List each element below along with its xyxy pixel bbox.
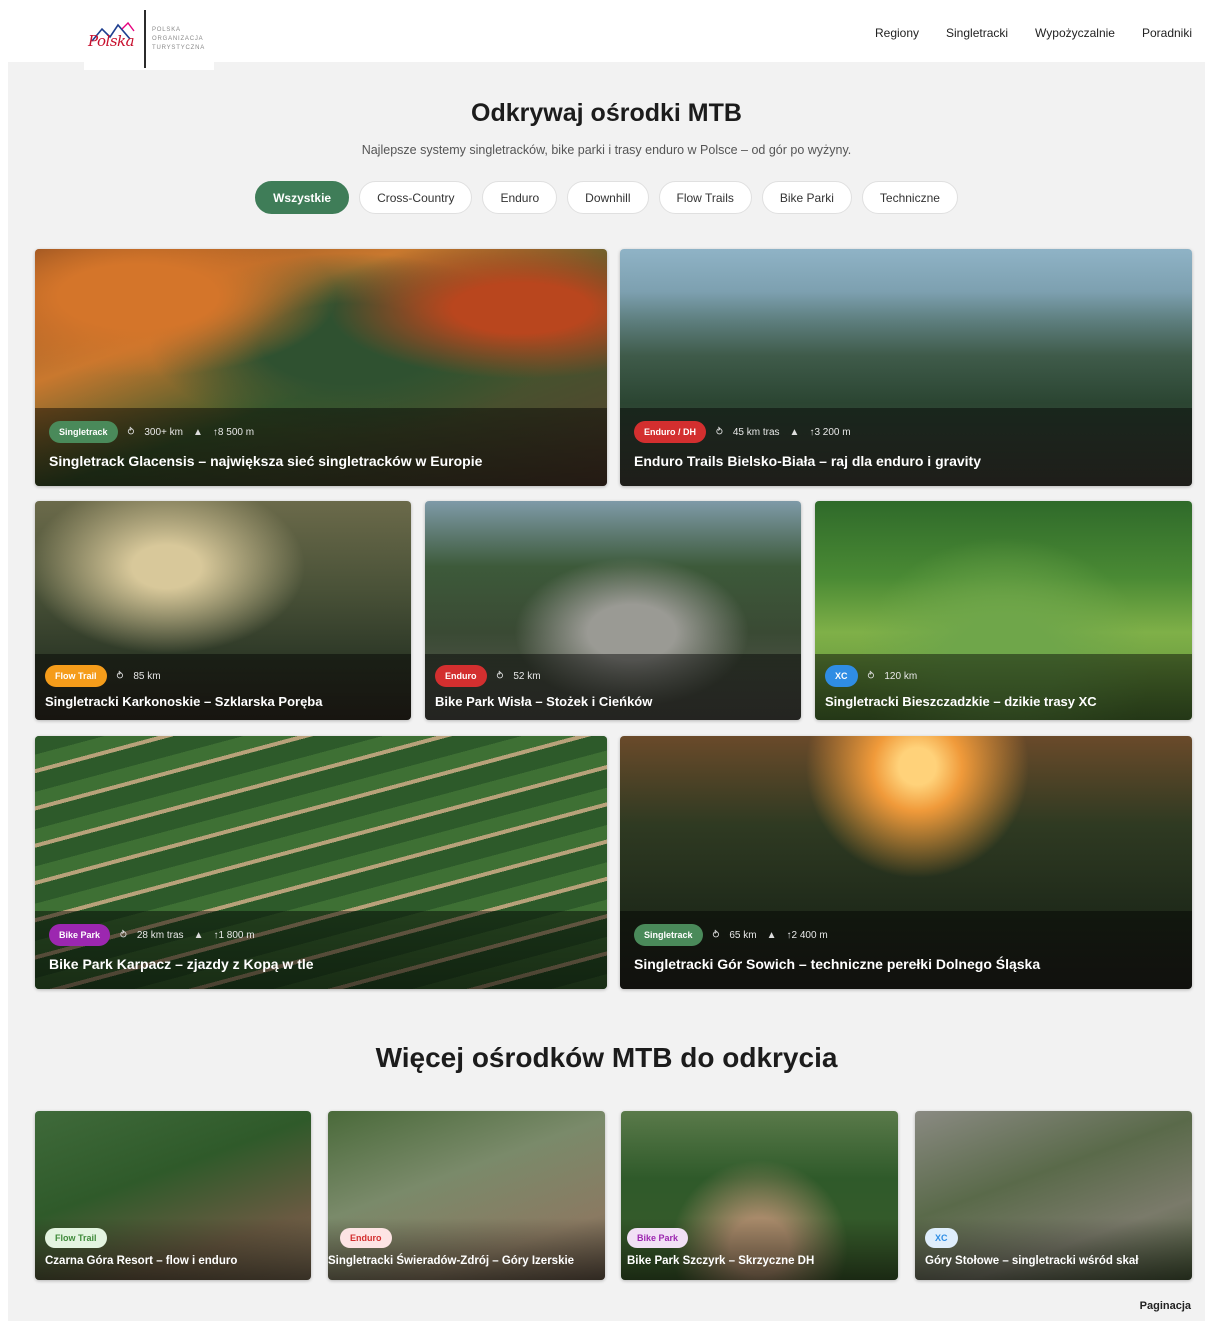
featured-card-glacensis[interactable]: Singletrack ⥁ 300+ km ▲ ↑8 500 m Singlet… bbox=[35, 249, 607, 486]
logo-text: POLSKA ORGANIZACJA TURYSTYCZNA bbox=[152, 26, 206, 51]
featured-card-bielsko[interactable]: Enduro / DH ⥁ 45 km tras ▲ ↑3 200 m Endu… bbox=[620, 249, 1192, 486]
card-elevation: ↑1 800 m bbox=[213, 929, 255, 941]
card-title: Singletrack Glacensis – największa sieć … bbox=[49, 453, 483, 469]
featured-card-karpacz[interactable]: Bike Park ⥁ 28 km tras ▲ ↑1 800 m Bike P… bbox=[35, 736, 607, 989]
badge-enduro-dh: Enduro / DH bbox=[634, 421, 706, 443]
card-distance: 65 km bbox=[729, 929, 757, 941]
route-icon: ⥁ bbox=[867, 670, 875, 682]
more-card-szczyrk[interactable]: Bike Park Bike Park Szczyrk – Skrzyczne … bbox=[621, 1111, 898, 1280]
route-icon: ⥁ bbox=[496, 670, 504, 682]
site-header: Polska POLSKA ORGANIZACJA TURYSTYCZNA Re… bbox=[8, 8, 1205, 70]
filter-cross-country[interactable]: Cross-Country bbox=[359, 181, 473, 214]
card-title: Enduro Trails Bielsko-Biała – raj dla en… bbox=[634, 453, 981, 469]
more-card-gory-stolowe[interactable]: XC Góry Stołowe – singletracki wśród ska… bbox=[915, 1111, 1192, 1280]
hero-subtitle: Najlepsze systemy singletracków, bike pa… bbox=[361, 143, 852, 157]
card-distance: 52 km bbox=[513, 670, 541, 682]
badge-xc: XC bbox=[925, 1228, 958, 1248]
badge-singletrack: Singletrack bbox=[49, 421, 118, 443]
more-card-czarna-gora[interactable]: Flow Trail Czarna Góra Resort – flow i e… bbox=[35, 1111, 311, 1280]
card-title: Bike Park Wisła – Stożek i Cieńków bbox=[435, 694, 653, 709]
card-distance: 85 km bbox=[133, 670, 161, 682]
card-title: Singletracki Świeradów-Zdrój – Góry Izer… bbox=[328, 1255, 575, 1267]
logo-divider bbox=[144, 10, 146, 68]
badge-bike-park: Bike Park bbox=[49, 924, 111, 946]
featured-card-bieszczady[interactable]: XC ⥁ 120 km Singletracki Bieszczadzkie –… bbox=[815, 501, 1192, 720]
filter-flow-trails[interactable]: Flow Trails bbox=[658, 181, 752, 214]
featured-card-wisla[interactable]: Enduro ⥁ 52 km Bike Park Wisła – Stożek … bbox=[425, 501, 801, 720]
card-title: Singletracki Karkonoskie – Szklarska Por… bbox=[45, 694, 323, 709]
filter-wszystkie[interactable]: Wszystkie bbox=[255, 181, 350, 214]
route-icon: ⥁ bbox=[127, 426, 135, 438]
card-title: Bike Park Karpacz – zjazdy z Kopą w tle bbox=[49, 956, 314, 972]
card-title: Bike Park Szczyrk – Skrzyczne DH bbox=[627, 1255, 815, 1267]
mountain-icon: ▲ bbox=[766, 929, 777, 941]
filter-techniczne[interactable]: Techniczne bbox=[861, 181, 958, 214]
pagination[interactable]: Paginacja bbox=[1140, 1300, 1191, 1312]
filter-downhill[interactable]: Downhill bbox=[567, 181, 649, 214]
card-title: Singletracki Gór Sowich – techniczne per… bbox=[634, 956, 1041, 972]
more-card-swieradow[interactable]: Enduro Singletracki Świeradów-Zdrój – Gó… bbox=[328, 1111, 605, 1280]
route-icon: ⥁ bbox=[716, 426, 723, 438]
logo-mark: Polska bbox=[84, 19, 142, 59]
hero-title: Odkrywaj ośrodki MTB bbox=[471, 99, 742, 127]
card-title: Czarna Góra Resort – flow i enduro bbox=[45, 1255, 238, 1267]
filter-enduro[interactable]: Enduro bbox=[482, 181, 558, 214]
card-elevation: ↑2 400 m bbox=[786, 929, 828, 941]
route-icon: ⥁ bbox=[712, 929, 720, 941]
card-title: Singletracki Bieszczadzkie – dzikie tras… bbox=[825, 694, 1097, 709]
card-distance: 120 km bbox=[884, 670, 918, 682]
featured-card-gory-sowie[interactable]: Singletrack ⥁ 65 km ▲ ↑2 400 m Singletra… bbox=[620, 736, 1192, 989]
logo-word: Polska bbox=[88, 32, 135, 50]
badge-xc: XC bbox=[825, 665, 858, 687]
badge-singletrack: Singletrack bbox=[634, 924, 703, 946]
badge-enduro: Enduro bbox=[435, 665, 487, 687]
badge-enduro: Enduro bbox=[340, 1228, 392, 1248]
nav-singletracki[interactable]: Singletracki bbox=[946, 26, 1008, 40]
card-elevation: ↑8 500 m bbox=[212, 426, 255, 438]
filter-bike-parki[interactable]: Bike Parki bbox=[761, 181, 852, 214]
card-elevation: ↑3 200 m bbox=[809, 426, 851, 438]
badge-flow-trail: Flow Trail bbox=[45, 665, 107, 687]
card-distance: 300+ km bbox=[144, 426, 184, 438]
card-title: Góry Stołowe – singletracki wśród skał bbox=[925, 1255, 1139, 1267]
mountain-icon: ▲ bbox=[193, 929, 204, 941]
filter-chips: Wszystkie Cross-Country Enduro Downhill … bbox=[8, 181, 1205, 214]
badge-flow-trail: Flow Trail bbox=[45, 1228, 107, 1248]
main-nav: Regiony Singletracki Wypożyczalnie Porad… bbox=[875, 26, 1192, 40]
mountain-icon: ▲ bbox=[193, 426, 203, 438]
card-distance: 28 km tras bbox=[136, 929, 184, 941]
badge-bike-park: Bike Park bbox=[627, 1228, 689, 1248]
mountain-icon: ▲ bbox=[789, 426, 800, 438]
route-icon: ⥁ bbox=[120, 929, 127, 941]
featured-card-karkonoskie[interactable]: Flow Trail ⥁ 85 km Singletracki Karkonos… bbox=[35, 501, 411, 720]
nav-regiony[interactable]: Regiony bbox=[875, 26, 919, 40]
nav-wypozyczalnie[interactable]: Wypożyczalnie bbox=[1035, 26, 1115, 40]
section-title-more: Więcej ośrodków MTB do odkrycia bbox=[375, 1042, 838, 1073]
route-icon: ⥁ bbox=[116, 670, 124, 682]
nav-poradniki[interactable]: Poradniki bbox=[1142, 26, 1192, 40]
logo[interactable]: Polska POLSKA ORGANIZACJA TURYSTYCZNA bbox=[84, 8, 214, 70]
card-distance: 45 km tras bbox=[732, 426, 780, 438]
